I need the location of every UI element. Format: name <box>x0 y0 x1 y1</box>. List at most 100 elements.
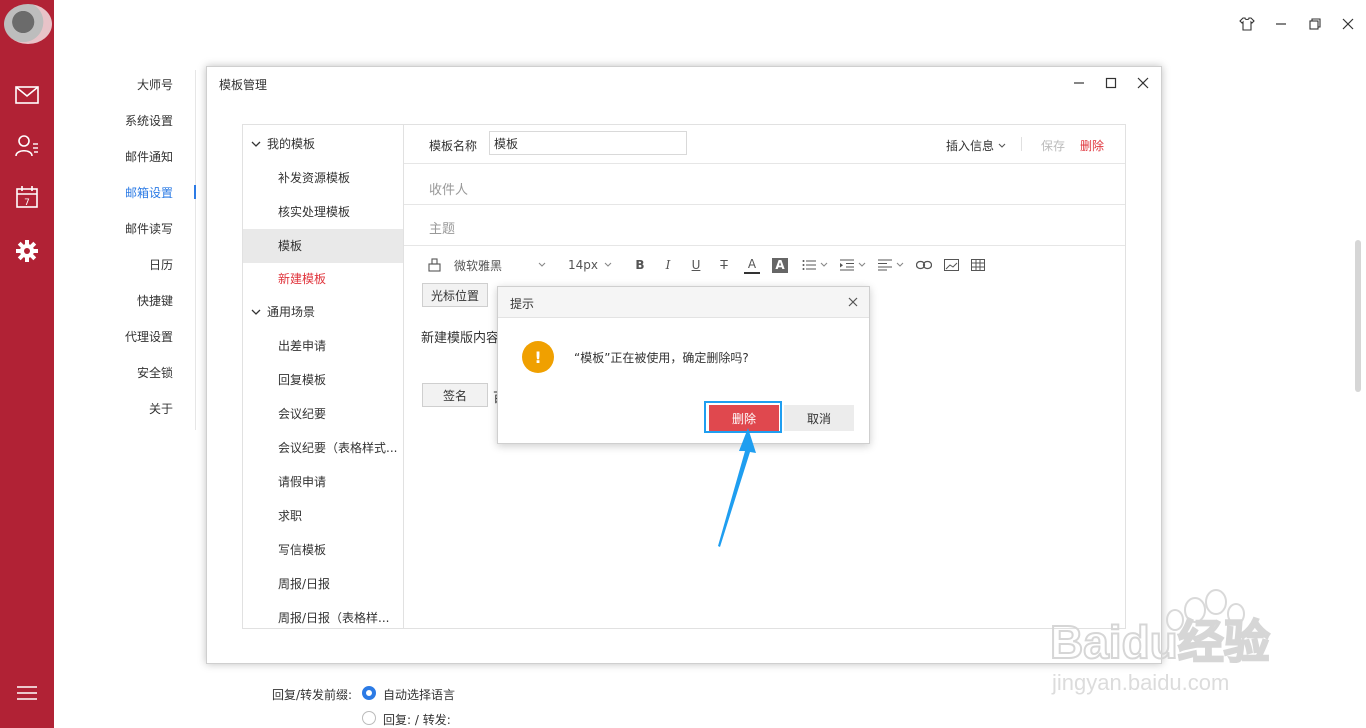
underline-icon[interactable]: U <box>688 258 704 272</box>
insert-info-dropdown[interactable]: 插入信息 <box>946 137 1006 154</box>
radio-reply-forward-label[interactable]: 回复: / 转发: <box>383 711 451 728</box>
image-icon[interactable] <box>944 259 959 271</box>
minimize-icon[interactable] <box>1071 75 1087 91</box>
tree-item[interactable]: 补发资源模板 <box>278 169 350 186</box>
font-color-icon[interactable]: A <box>744 257 760 274</box>
nav-item-shortcuts[interactable]: 快捷键 <box>83 292 173 309</box>
confirm-delete-dialog: 提示 ! “模板”正在被使用，确定删除吗? 删除 取消 <box>497 286 870 444</box>
nav-item-security-lock[interactable]: 安全锁 <box>83 364 173 381</box>
close-icon[interactable] <box>846 295 860 309</box>
align-icon[interactable] <box>878 259 892 271</box>
divider <box>404 245 1125 246</box>
tree-item[interactable]: 出差申请 <box>278 337 326 354</box>
indent-icon[interactable] <box>840 259 854 271</box>
template-body-text[interactable]: 新建模版内容 <box>421 327 497 346</box>
signature-button[interactable]: 签名 <box>422 383 488 407</box>
link-icon[interactable] <box>916 260 932 270</box>
template-name-input[interactable] <box>489 131 687 155</box>
left-rail: 7 <box>0 0 54 728</box>
divider <box>1021 137 1022 151</box>
tree-item[interactable]: 会议纪要 <box>278 405 326 422</box>
nav-active-indicator <box>194 185 196 199</box>
font-size-select[interactable]: 14px <box>568 258 598 272</box>
svg-text:jingyan.baidu.com: jingyan.baidu.com <box>1051 670 1229 695</box>
tree-item[interactable]: 周报/日报 <box>278 575 330 592</box>
new-template-link[interactable]: 新建模板 <box>278 270 326 287</box>
chevron-down-icon <box>251 309 261 315</box>
contacts-icon[interactable] <box>14 133 40 159</box>
radio-auto-language[interactable] <box>362 686 376 700</box>
reply-prefix-label: 回复/转发前缀: <box>272 688 353 702</box>
mail-icon[interactable] <box>14 82 40 108</box>
nav-item-system-settings[interactable]: 系统设置 <box>83 112 173 129</box>
skin-icon[interactable] <box>1237 14 1257 34</box>
tree-item[interactable]: 求职 <box>278 507 302 524</box>
format-painter-icon[interactable] <box>426 258 442 272</box>
highlight-color-icon[interactable]: A <box>772 257 788 273</box>
tree-group-label: 通用场景 <box>267 305 316 319</box>
close-icon[interactable] <box>1338 14 1358 34</box>
menu-icon[interactable] <box>14 680 40 706</box>
chevron-down-icon <box>251 141 261 147</box>
tree-item-selected[interactable]: 模板 <box>278 237 302 254</box>
chevron-down-icon <box>896 262 904 267</box>
radio-auto-language-label[interactable]: 自动选择语言 <box>383 686 455 703</box>
chevron-down-icon <box>998 143 1006 148</box>
tree-group-label: 我的模板 <box>267 137 316 151</box>
cursor-position-button[interactable]: 光标位置 <box>422 283 488 307</box>
nav-item-proxy-settings[interactable]: 代理设置 <box>83 328 173 345</box>
tree-group-my-templates[interactable]: 我的模板 <box>251 135 315 152</box>
settings-gear-icon[interactable] <box>14 238 40 264</box>
chevron-down-icon <box>820 262 828 267</box>
tree-item[interactable]: 周报/日报（表格样... <box>278 609 390 626</box>
radio-reply-forward[interactable] <box>362 711 376 725</box>
nav-item-calendar[interactable]: 日历 <box>83 256 173 273</box>
font-family-select[interactable]: 微软雅黑 <box>454 257 538 274</box>
dialog-header <box>498 287 869 318</box>
template-tree: 我的模板 补发资源模板 核实处理模板 模板 新建模板 通用场景 出差申请 回复模… <box>243 125 404 628</box>
nav-item-master-account[interactable]: 大师号 <box>83 76 173 93</box>
font-family-value: 微软雅黑 <box>454 258 503 273</box>
delete-button[interactable]: 删除 <box>1080 137 1104 154</box>
template-name-label: 模板名称 <box>429 139 478 153</box>
chevron-down-icon <box>604 262 612 267</box>
nav-item-mailbox-settings[interactable]: 邮箱设置 <box>83 184 173 201</box>
editor-toolbar: 微软雅黑 14px B I U T A A <box>426 255 985 275</box>
svg-text:7: 7 <box>24 198 30 208</box>
cancel-button[interactable]: 取消 <box>784 405 854 431</box>
calendar-icon[interactable]: 7 <box>14 184 40 210</box>
restore-icon[interactable] <box>1305 14 1325 34</box>
avatar[interactable] <box>4 4 52 44</box>
divider <box>404 204 1125 205</box>
page-scrollbar[interactable] <box>1355 240 1361 392</box>
chevron-down-icon <box>858 262 866 267</box>
subject-field[interactable]: 主题 <box>429 218 455 237</box>
tree-group-common-scenes[interactable]: 通用场景 <box>251 303 315 320</box>
maximize-icon[interactable] <box>1103 75 1119 91</box>
save-button[interactable]: 保存 <box>1041 137 1065 154</box>
nav-item-mail-read-write[interactable]: 邮件读写 <box>83 220 173 237</box>
dialog-title: 提示 <box>510 297 535 311</box>
tree-item[interactable]: 请假申请 <box>278 473 326 490</box>
strikethrough-icon[interactable]: T <box>716 258 732 272</box>
nav-item-about[interactable]: 关于 <box>83 400 173 417</box>
tree-item[interactable]: 会议纪要（表格样式... <box>278 439 397 456</box>
minimize-icon[interactable] <box>1271 14 1291 34</box>
nav-divider <box>195 70 196 430</box>
divider <box>404 163 1125 164</box>
baidu-watermark: Baidu经验 jingyan.baidu.com <box>1049 589 1271 695</box>
svg-text:Baidu经验: Baidu经验 <box>1050 616 1270 668</box>
font-size-value: 14px <box>568 258 598 272</box>
annotation-arrow <box>718 428 756 547</box>
tree-item[interactable]: 写信模板 <box>278 541 326 558</box>
template-manager-title: 模板管理 <box>219 78 268 92</box>
list-icon[interactable] <box>802 259 816 271</box>
tree-item[interactable]: 核实处理模板 <box>278 203 350 220</box>
tree-item[interactable]: 回复模板 <box>278 371 326 388</box>
table-icon[interactable] <box>971 259 985 271</box>
nav-item-mail-notification[interactable]: 邮件通知 <box>83 148 173 165</box>
close-icon[interactable] <box>1135 75 1151 91</box>
italic-icon[interactable]: I <box>660 258 676 272</box>
bold-icon[interactable]: B <box>632 258 648 272</box>
recipient-field[interactable]: 收件人 <box>429 179 468 198</box>
